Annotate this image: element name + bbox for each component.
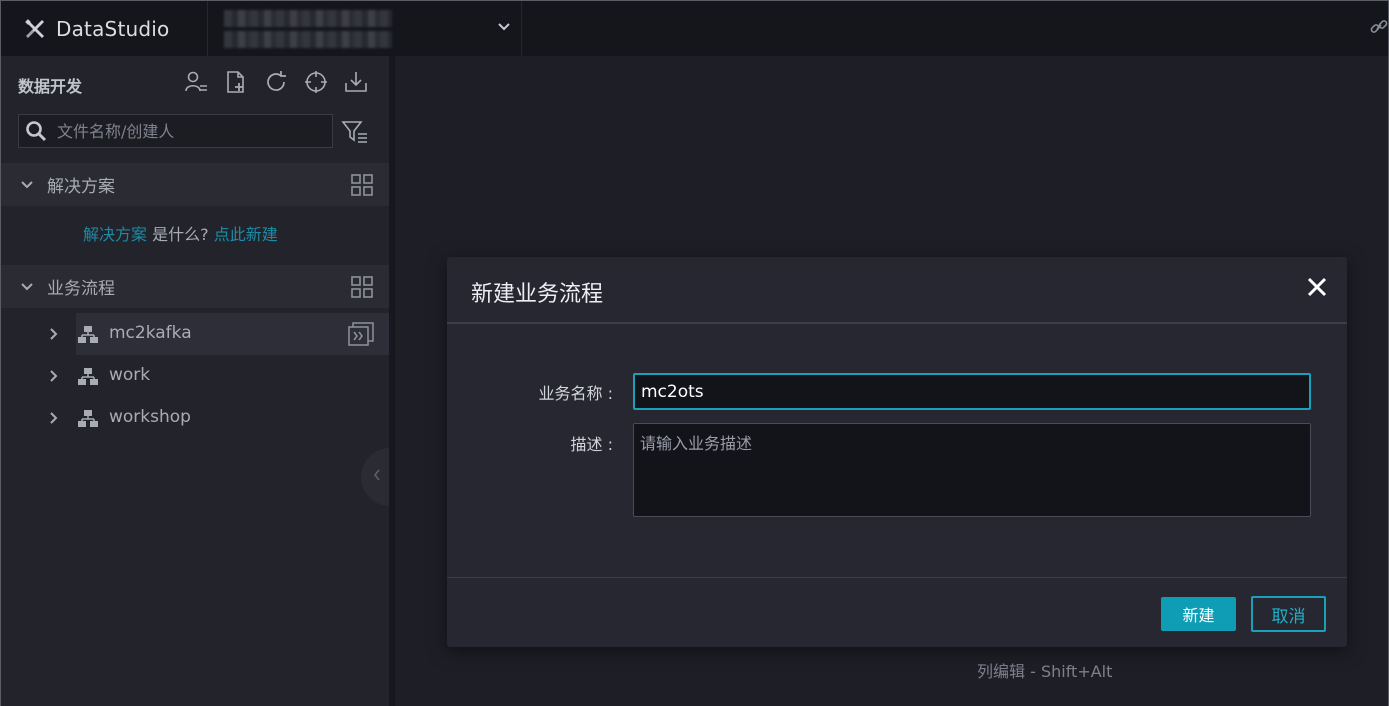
description-label: 描述 : xyxy=(570,435,613,454)
dialog-title: 新建业务流程 xyxy=(471,282,604,307)
section-solutions[interactable]: 解决方案 xyxy=(1,163,389,206)
sidebar: 数据开发 文件名称/创建人 解决方案 解决方案 是什么? 点此新建 业务流程 m… xyxy=(1,56,389,706)
search-box xyxy=(18,114,333,148)
dialog-header-divider xyxy=(447,322,1347,324)
close-icon[interactable] xyxy=(1307,277,1327,297)
new-file-icon[interactable] xyxy=(223,69,249,95)
caret-down-icon xyxy=(21,179,33,191)
link-icon[interactable] xyxy=(1370,18,1388,36)
section-label: 业务流程 xyxy=(47,279,115,299)
expand-arrow-icon[interactable] xyxy=(48,369,60,383)
filter-icon[interactable] xyxy=(341,119,369,145)
expand-arrow-icon[interactable] xyxy=(48,411,60,425)
search-icon xyxy=(25,120,47,142)
grid-view-icon[interactable] xyxy=(350,275,374,299)
tree-item-label: mc2kafka xyxy=(109,323,192,343)
workflow-icon xyxy=(77,325,99,345)
chevron-down-icon xyxy=(497,20,511,34)
tree-item-label: work xyxy=(109,365,151,385)
import-icon[interactable] xyxy=(343,69,369,95)
create-solution-link[interactable]: 点此新建 xyxy=(214,225,278,244)
sidebar-toolbar xyxy=(183,69,369,95)
tree-item-mc2kafka[interactable]: mc2kafka xyxy=(1,313,389,355)
datastudio-logo-icon xyxy=(23,17,47,41)
workflow-name-input[interactable] xyxy=(633,373,1311,410)
tree-item-workshop[interactable]: workshop xyxy=(1,397,389,439)
solution-help-link[interactable]: 解决方案 xyxy=(83,225,147,244)
project-selector[interactable] xyxy=(208,1,522,56)
open-panel-icon[interactable] xyxy=(347,321,375,347)
dialog-footer-divider xyxy=(447,577,1347,578)
name-label: 业务名称 : xyxy=(538,384,613,403)
new-workflow-dialog: 新建业务流程 业务名称 : 描述 : 新建 取消 xyxy=(447,257,1347,647)
section-workflows[interactable]: 业务流程 xyxy=(1,265,389,308)
search-input[interactable] xyxy=(57,121,317,141)
project-id-redacted xyxy=(224,31,392,48)
section-label: 解决方案 xyxy=(47,177,115,197)
solution-hint-text: 是什么? xyxy=(147,225,214,244)
locate-icon[interactable] xyxy=(303,69,329,95)
tree-item-label: workshop xyxy=(109,407,191,427)
sidebar-title: 数据开发 xyxy=(18,77,83,96)
project-name-redacted xyxy=(224,10,392,27)
workflow-description-input[interactable] xyxy=(633,423,1311,517)
top-bar: DataStudio xyxy=(1,1,1388,56)
chevron-left-icon xyxy=(373,468,381,482)
create-button[interactable]: 新建 xyxy=(1161,597,1236,631)
brand[interactable]: DataStudio xyxy=(1,1,208,56)
cancel-button[interactable]: 取消 xyxy=(1251,596,1326,632)
solution-hint: 解决方案 是什么? 点此新建 xyxy=(83,221,278,245)
expand-arrow-icon[interactable] xyxy=(48,327,60,341)
refresh-icon[interactable] xyxy=(263,69,289,95)
caret-down-icon xyxy=(21,281,33,293)
workflow-icon xyxy=(77,409,99,429)
grid-view-icon[interactable] xyxy=(350,173,374,197)
user-filter-icon[interactable] xyxy=(183,69,209,95)
app-name: DataStudio xyxy=(56,16,170,41)
workflow-icon xyxy=(77,367,99,387)
shortcut-hint: 列编辑 - Shift+Alt xyxy=(977,662,1113,681)
tree-item-work[interactable]: work xyxy=(1,355,389,397)
